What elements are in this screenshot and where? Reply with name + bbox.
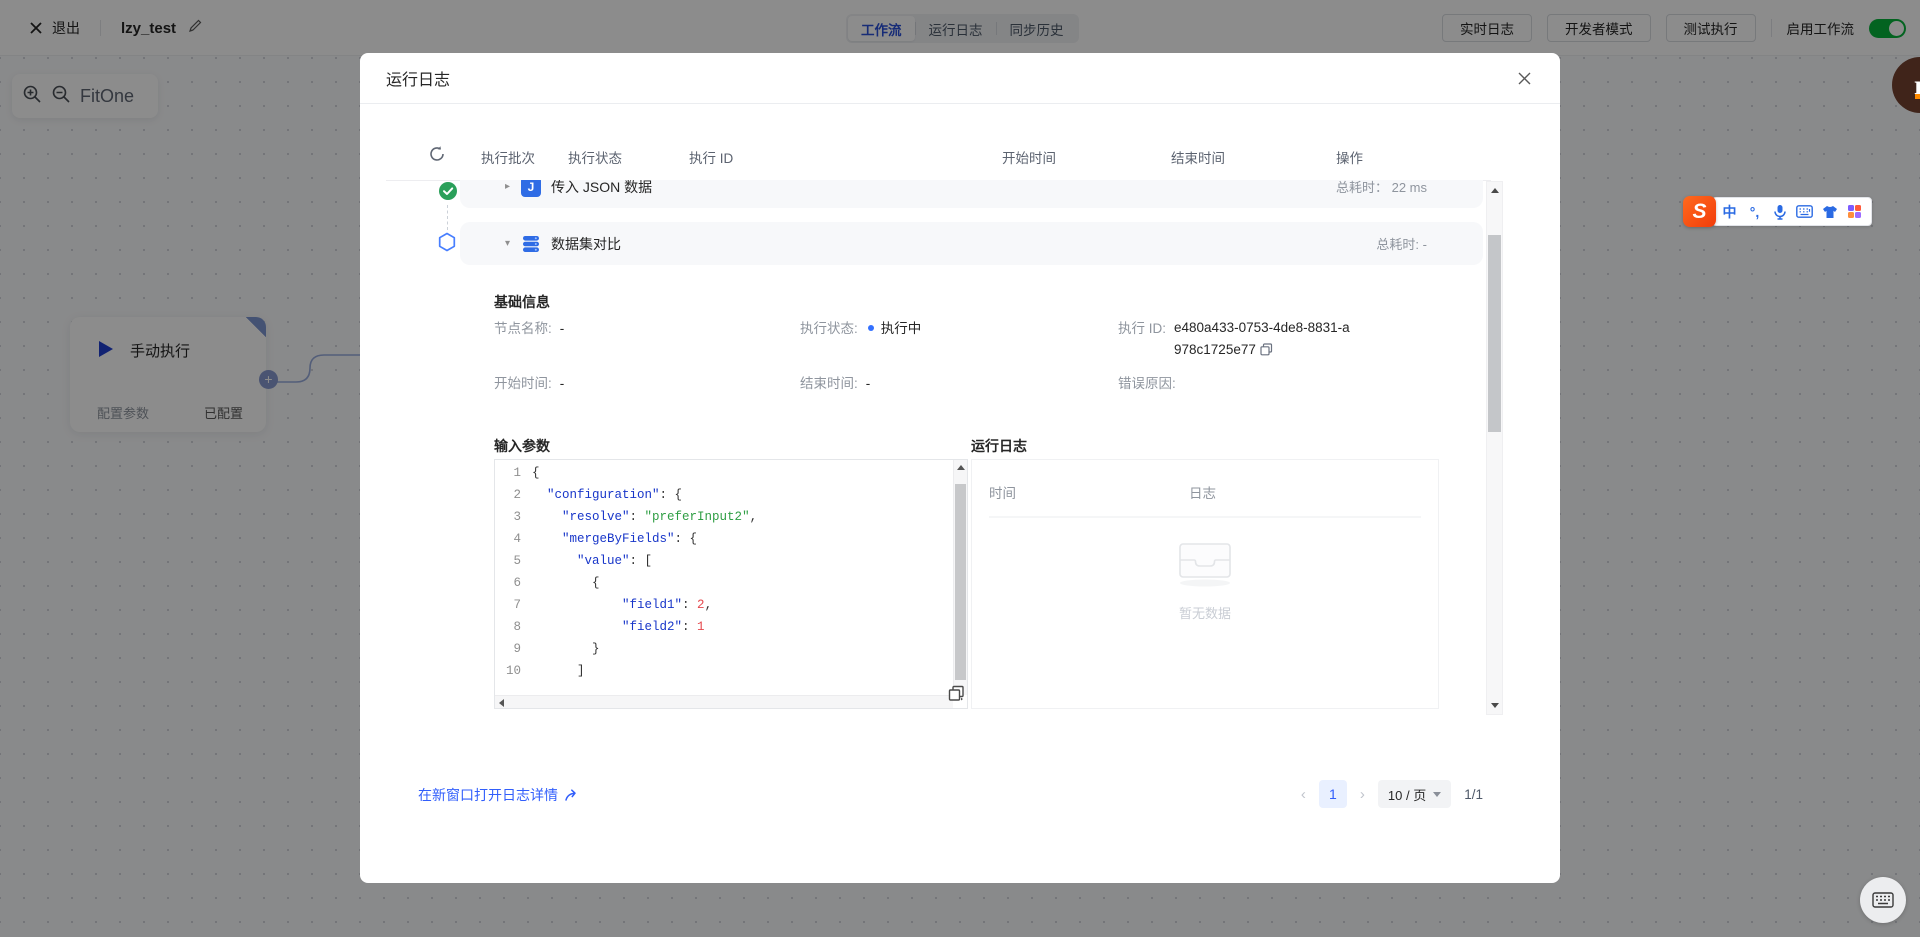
prev-page-button[interactable]: ‹ (1301, 786, 1306, 803)
scroll-up-arrow[interactable] (1491, 188, 1499, 193)
table-row[interactable]: ▸ J 传入 JSON 数据 总耗时： 22 ms (460, 180, 1483, 208)
row-duration: 总耗时： 22 ms (1336, 180, 1427, 196)
field-node-name: 节点名称:- (494, 317, 564, 337)
log-column-time: 时间 (989, 482, 1016, 502)
scroll-left-arrow[interactable] (499, 699, 504, 707)
chevron-down-icon[interactable]: ▾ (505, 238, 519, 249)
modal-title: 运行日志 (386, 66, 450, 90)
row-duration: 总耗时: - (1376, 234, 1427, 253)
share-arrow-icon (564, 788, 579, 803)
column-exec-id: 执行 ID (689, 147, 733, 167)
modal-header-divider (360, 103, 1560, 104)
empty-text: 暂无数据 (972, 603, 1438, 622)
code-lines: 1{2 "configuration": {3 "resolve": "pref… (495, 460, 967, 686)
empty-inbox-icon (1173, 538, 1237, 588)
field-exec-status: 执行状态:执行中 (800, 317, 921, 337)
next-page-button[interactable]: › (1360, 786, 1365, 803)
scroll-thumb[interactable] (955, 484, 966, 680)
empty-state: 暂无数据 (972, 538, 1438, 622)
success-check-icon (438, 181, 458, 206)
input-params-title: 输入参数 (494, 436, 550, 456)
page-ratio: 1/1 (1464, 787, 1483, 802)
column-start-time: 开始时间 (1002, 147, 1056, 167)
scroll-thumb[interactable] (1488, 235, 1501, 432)
column-exec-batch: 执行批次 (481, 147, 535, 167)
open-log-in-new-window-link[interactable]: 在新窗口打开日志详情 (418, 785, 579, 805)
code-horizontal-scrollbar[interactable] (495, 695, 953, 708)
dataset-node-icon (521, 234, 541, 254)
run-log-section-title: 运行日志 (971, 436, 1027, 456)
close-icon[interactable] (1512, 66, 1536, 90)
basic-info-title: 基础信息 (494, 292, 550, 312)
json-node-icon: J (521, 180, 541, 197)
keyboard-icon[interactable] (1792, 197, 1817, 226)
scroll-up-arrow[interactable] (957, 465, 965, 470)
run-log-panel: 时间 日志 暂无数据 (971, 459, 1439, 709)
row-node-name: 传入 JSON 数据 (551, 180, 652, 197)
running-dot (868, 325, 874, 331)
column-end-time: 结束时间 (1171, 147, 1225, 167)
column-exec-status: 执行状态 (568, 147, 622, 167)
copy-icon[interactable] (1260, 341, 1273, 363)
page-size-select[interactable]: 10 / 页 (1378, 780, 1451, 808)
log-header-divider (989, 516, 1421, 518)
current-page-button[interactable]: 1 (1319, 780, 1347, 808)
table-row[interactable]: ▾ 数据集对比 总耗时: - (460, 222, 1483, 265)
pagination: ‹ 1 › 10 / 页 1/1 (1301, 780, 1483, 808)
field-start-time: 开始时间:- (494, 372, 564, 392)
input-params-code-viewer[interactable]: 1{2 "configuration": {3 "resolve": "pref… (494, 459, 968, 709)
floating-keyboard-button[interactable] (1860, 877, 1906, 923)
field-exec-id: 执行 ID: e480a433-0753-4de8-8831-a978c1725… (1118, 317, 1356, 363)
toolbox-grid-icon[interactable] (1842, 197, 1867, 226)
timeline-dash (447, 205, 448, 230)
column-actions: 操作 (1336, 147, 1363, 167)
ime-punctuation-icon[interactable]: °, (1742, 197, 1767, 226)
skin-shirt-icon[interactable] (1817, 197, 1842, 226)
chevron-right-icon[interactable]: ▸ (505, 181, 519, 192)
microphone-icon[interactable] (1767, 197, 1792, 226)
modal-scrollbar[interactable] (1486, 181, 1503, 715)
ime-toolbar: S 中 °, (1683, 196, 1872, 227)
sogou-logo-icon[interactable]: S (1683, 196, 1716, 227)
chevron-down-icon (1433, 792, 1441, 797)
code-vertical-scrollbar[interactable] (953, 460, 967, 695)
running-hexagon-icon (437, 232, 457, 257)
field-end-time: 结束时间:- (800, 372, 870, 392)
row-node-name: 数据集对比 (551, 234, 621, 254)
run-log-modal: 运行日志 执行批次 执行状态 执行 ID 开始时间 结束时间 操作 ▸ J 传入… (360, 53, 1560, 883)
field-error-reason: 错误原因: (1118, 372, 1184, 392)
refresh-icon[interactable] (428, 145, 446, 163)
log-column-log: 日志 (1189, 482, 1216, 502)
scroll-down-arrow[interactable] (1491, 703, 1499, 708)
copy-code-icon[interactable] (948, 685, 965, 707)
ime-chinese-mode-icon[interactable]: 中 (1717, 197, 1742, 226)
